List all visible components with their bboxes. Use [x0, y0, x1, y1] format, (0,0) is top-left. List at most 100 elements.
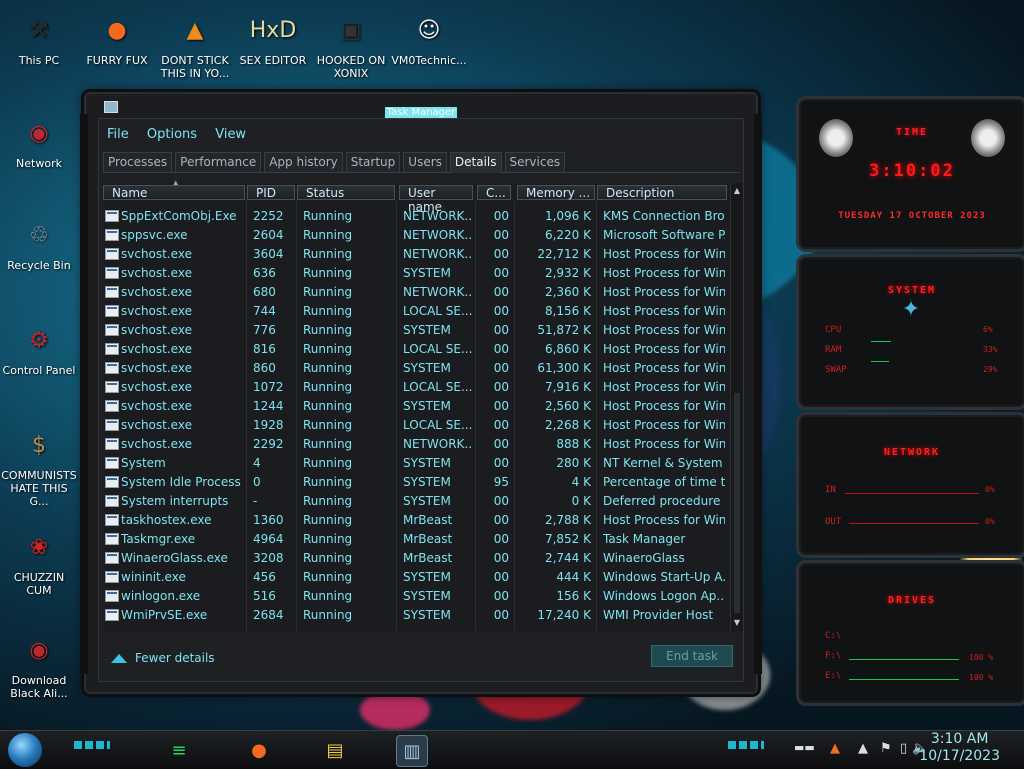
cell-memory: 17,240 K [537, 608, 591, 622]
column-header-pid[interactable]: PID [247, 185, 295, 200]
desktop-icon-control-panel[interactable]: ⚙ Control Panel [0, 320, 78, 377]
column-header-description[interactable]: Description [597, 185, 727, 200]
cell-memory: 2,932 K [544, 266, 591, 280]
cell-status: Running [303, 494, 353, 508]
taskbar-task-manager-app[interactable]: ▥ [396, 735, 428, 767]
tab-services[interactable]: Services [504, 152, 566, 172]
cell-status: Running [303, 323, 353, 337]
table-row[interactable]: svchost.exe 816 Running LOCAL SE... 00 6,860 … [103, 340, 729, 359]
tab-processes[interactable]: Processes [103, 152, 173, 172]
tab-performance[interactable]: Performance [175, 152, 262, 172]
task-manager-window[interactable]: Task Manager File Options View Processes… [80, 92, 762, 694]
cell-description: WMI Provider Host [603, 608, 714, 622]
column-header-name[interactable]: Name [103, 185, 245, 200]
scroll-down-arrow-icon[interactable]: ▼ [731, 617, 743, 629]
desktop-icon-recycle-bin[interactable]: ♲ Recycle Bin [0, 215, 78, 272]
scroll-up-arrow-icon[interactable]: ▲ [731, 185, 743, 197]
tray-chevron-icon[interactable]: ▲ [858, 741, 868, 756]
table-row[interactable]: svchost.exe 776 Running SYSTEM 00 51,872 K Hos… [103, 321, 729, 340]
cell-description: Host Process for Win... [603, 437, 725, 451]
table-row[interactable]: svchost.exe 636 Running SYSTEM 00 2,932 K Host… [103, 264, 729, 283]
drive-e-label: E:\ [825, 671, 842, 681]
desktop-icon-dont-stick-this[interactable]: ▲ DONT STICK THIS IN YO... [156, 10, 234, 80]
desktop-icon-network[interactable]: ◉ Network [0, 113, 78, 170]
column-header-status[interactable]: Status [297, 185, 395, 200]
table-row[interactable]: svchost.exe 1072 Running LOCAL SE... 00 7,916… [103, 378, 729, 397]
menu-view[interactable]: View [215, 127, 246, 142]
cell-user-name: NETWORK... [403, 285, 473, 299]
tab-startup[interactable]: Startup [345, 152, 401, 172]
table-row[interactable]: WmiPrvSE.exe 2684 Running SYSTEM 00 17,240 K W… [103, 606, 729, 625]
table-row[interactable]: taskhostex.exe 1360 Running MrBeast 00 2,788 … [103, 511, 729, 530]
desktop-icon-this-pc[interactable]: ⚒ This PC [0, 10, 78, 67]
cell-status: Running [303, 266, 353, 280]
tray-app-icon[interactable]: ▲ [830, 741, 840, 756]
cell-name: System interrupts [121, 494, 229, 508]
cell-memory: 7,916 K [544, 380, 591, 394]
column-header-cpu[interactable]: C... [477, 185, 511, 200]
taskbar-file-explorer-app[interactable]: ▤ [320, 735, 350, 765]
tab-users[interactable]: Users [403, 152, 447, 172]
table-row[interactable]: svchost.exe 680 Running NETWORK... 00 2,360 K… [103, 283, 729, 302]
table-row[interactable]: winlogon.exe 516 Running SYSTEM 00 156 K Windo… [103, 587, 729, 606]
desktop-icon-vm0technic[interactable]: ☺ VM0Technic... [390, 10, 468, 67]
fewer-details-link[interactable]: Fewer details [111, 651, 215, 665]
cell-cpu: 95 [493, 475, 509, 489]
spotify-app-icon: ≡ [171, 739, 187, 761]
network-gadget-title: NETWORK [883, 447, 941, 458]
taskbar-firefox-app[interactable]: ● [244, 735, 274, 765]
desktop-icon-chuzzin-cum[interactable]: ❀ CHUZZIN CUM [0, 527, 78, 597]
table-row[interactable]: svchost.exe 3604 Running NETWORK... 00 22,712… [103, 245, 729, 264]
process-icon [105, 590, 119, 602]
gadget-clock: 3:10:02 [869, 161, 955, 181]
taskbar-clock[interactable]: 3:10 AM 10/17/2023 [919, 731, 1000, 765]
taskbar-spotify-app[interactable]: ≡ [164, 735, 194, 765]
table-row[interactable]: System 4 Running SYSTEM 00 280 K NT Kernel & S… [103, 454, 729, 473]
cell-memory: 7,852 K [544, 532, 591, 546]
table-row[interactable]: System interrupts - Running SYSTEM 00 0 K Defe… [103, 492, 729, 511]
desktop-icon-hooked-on-xonix[interactable]: ▣ HOOKED ON XONIX [312, 10, 390, 80]
table-row[interactable]: svchost.exe 1244 Running SYSTEM 00 2,560 K Hos… [103, 397, 729, 416]
table-row[interactable]: svchost.exe 1928 Running LOCAL SE... 00 2,268… [103, 416, 729, 435]
desktop-icon-communists-hate[interactable]: $ COMMUNISTS HATE THIS G... [0, 425, 78, 508]
process-icon [105, 267, 119, 279]
table-row[interactable]: wininit.exe 456 Running SYSTEM 00 444 K Window… [103, 568, 729, 587]
scrollbar-thumb[interactable] [734, 393, 740, 613]
network-out-value: 0% [985, 517, 995, 526]
ram-usage-bar [871, 361, 889, 362]
menu-file[interactable]: File [107, 127, 129, 142]
end-task-button[interactable]: End task [651, 645, 733, 667]
table-row[interactable]: svchost.exe 744 Running LOCAL SE... 00 8,156 … [103, 302, 729, 321]
cell-description: Host Process for Win... [603, 342, 725, 356]
network-tray-icon[interactable]: ▯ [900, 741, 907, 756]
table-row[interactable]: WinaeroGlass.exe 3208 Running MrBeast 00 2,74… [103, 549, 729, 568]
desktop-icon-label: Control Panel [2, 364, 76, 377]
cell-memory: 22,712 K [537, 247, 591, 261]
table-row[interactable]: System Idle Process 0 Running SYSTEM 95 4 K Pe… [103, 473, 729, 492]
cell-memory: 280 K [556, 456, 591, 470]
menu-options[interactable]: Options [147, 127, 197, 142]
vertical-scrollbar[interactable]: ▲ ▼ [730, 183, 743, 631]
cell-user-name: LOCAL SE... [403, 380, 473, 394]
table-row[interactable]: sppsvc.exe 2604 Running NETWORK... 00 6,220 K… [103, 226, 729, 245]
table-row[interactable]: Taskmgr.exe 4964 Running MrBeast 00 7,852 K Ta… [103, 530, 729, 549]
desktop-icon-sex-editor[interactable]: HxD SEX EDITOR [234, 10, 312, 67]
process-icon [105, 324, 119, 336]
cell-user-name: NETWORK... [403, 209, 473, 223]
desktop-icon-download-black-ali[interactable]: ◉ Download Black Ali... [0, 630, 78, 700]
tab-app-history[interactable]: App history [264, 152, 343, 172]
column-header-memory[interactable]: Memory ... [517, 185, 595, 200]
process-icon [105, 457, 119, 469]
cell-status: Running [303, 570, 353, 584]
table-row[interactable]: svchost.exe 2292 Running NETWORK... 00 888 K H… [103, 435, 729, 454]
start-button[interactable] [8, 733, 42, 767]
process-icon [105, 419, 119, 431]
action-center-flag-icon[interactable]: ⚑ [880, 741, 892, 756]
details-table: ▲ Name PID Status User name C... Memory … [103, 179, 743, 631]
table-row[interactable]: svchost.exe 860 Running SYSTEM 00 61,300 K Hos… [103, 359, 729, 378]
cell-status: Running [303, 209, 353, 223]
table-row[interactable]: SppExtComObj.Exe 2252 Running NETWORK... 00 1… [103, 207, 729, 226]
desktop-icon-furry-fux[interactable]: ● FURRY FUX [78, 10, 156, 67]
tab-details[interactable]: Details [449, 152, 502, 173]
column-header-user-name[interactable]: User name [399, 185, 473, 214]
